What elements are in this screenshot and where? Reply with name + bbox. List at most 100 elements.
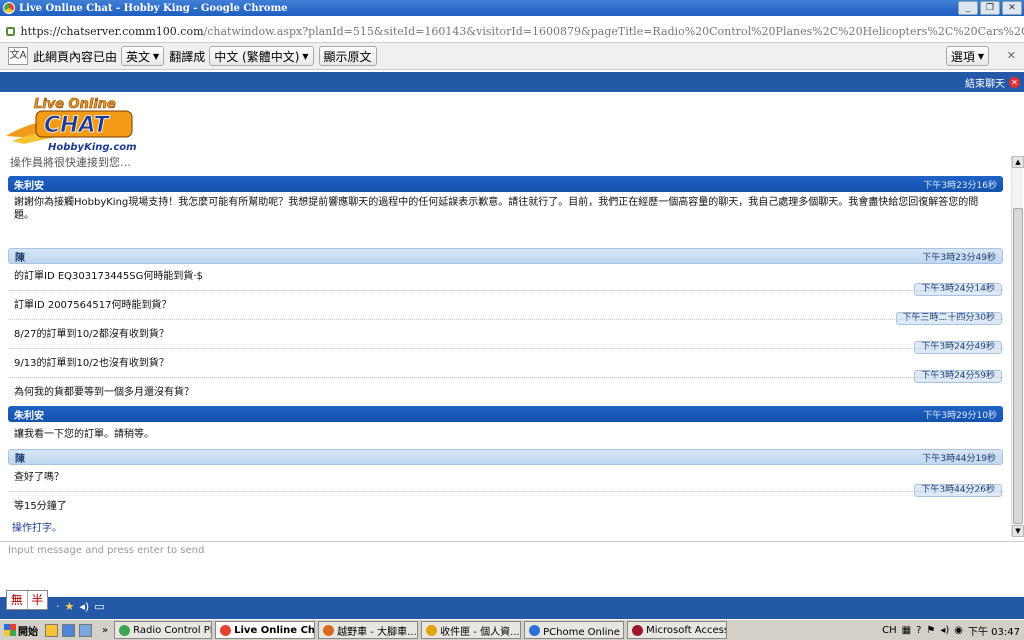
lock-icon	[6, 26, 15, 36]
url-text[interactable]: https://chatserver.comm100.com/chatwindo…	[21, 25, 1024, 38]
message-time: 下午3時29分10秒	[923, 410, 997, 421]
star-icon[interactable]: ★	[65, 600, 75, 613]
message-header: 陳 下午3時44分19秒	[8, 449, 1003, 465]
chevron-down-icon: ▼	[977, 51, 984, 61]
taskbar-item[interactable]: PChome Online 商...	[524, 621, 625, 639]
url-host: https://chatserver.comm100.com	[20, 24, 204, 38]
line-separator	[8, 290, 1003, 291]
chevron-right-icon[interactable]: »	[102, 625, 108, 636]
start-label: 開始	[18, 626, 38, 638]
flag-icon[interactable]: ⚑	[926, 625, 935, 636]
message-header: 陳 下午3時23分49秒	[8, 248, 1003, 264]
network-icon[interactable]: ◉	[954, 625, 963, 636]
message-line: 的訂單ID EQ303173445SG何時能到貨·$	[14, 271, 203, 282]
end-chat-link[interactable]: 結束聊天	[965, 75, 1005, 90]
target-language-dropdown[interactable]: 中文 (繁體中文) ▼	[209, 46, 314, 66]
translate-to-text: 翻譯成	[169, 49, 206, 64]
sender-name: 陳	[15, 252, 25, 264]
ime-indicator[interactable]: 無 半	[6, 590, 48, 610]
language-indicator[interactable]: CH	[882, 625, 897, 636]
message-line: 訂單ID 2007564517何時能到貨？	[14, 300, 172, 311]
source-language-label: 英文	[126, 49, 151, 64]
keyboard-icon[interactable]: ▭	[94, 600, 104, 613]
svg-text:Live Online: Live Online	[34, 97, 116, 112]
start-button[interactable]: 開始	[1, 621, 41, 640]
message-input[interactable]	[0, 542, 1024, 597]
keyboard-icon[interactable]: ▦	[902, 625, 911, 636]
close-translate-bar-icon[interactable]: ✕	[1007, 49, 1016, 62]
quick-launch	[45, 623, 92, 637]
volume-icon[interactable]: ◂)	[940, 625, 949, 636]
end-chat-icon[interactable]: ✕	[1009, 76, 1020, 88]
taskbar-clock: 下午 03:47	[968, 626, 1020, 638]
task-label: Radio Control Plan...	[133, 624, 211, 636]
line-separator	[8, 377, 1003, 378]
taskbar-item[interactable]: 越野車 - 大腳車...	[318, 621, 419, 639]
show-original-button[interactable]: 顯示原文	[318, 46, 377, 66]
message-line: 為何我的貨都要等到一個多月還沒有貨？	[14, 387, 194, 398]
svg-text:CHAT: CHAT	[44, 113, 110, 138]
outlook-icon[interactable]	[45, 623, 58, 637]
sender-name: 朱利安	[14, 180, 44, 192]
url-path: /chatwindow.aspx?planId=515&siteId=16014…	[203, 24, 1024, 38]
speaker-icon[interactable]: ◂)	[79, 600, 89, 613]
dot-icon[interactable]: ·	[56, 600, 60, 613]
show-original-label: 顯示原文	[323, 49, 372, 64]
message-time: 下午3時23分16秒	[923, 180, 997, 191]
desktop-icon[interactable]	[79, 623, 92, 637]
message-line: 查好了嗎？	[14, 472, 64, 483]
source-language-dropdown[interactable]: 英文 ▼	[121, 46, 165, 66]
chat-footer	[0, 597, 1024, 619]
message-line: 等15分鐘了	[14, 501, 67, 512]
outlook-icon	[426, 624, 438, 636]
task-label: Live Online Ch...	[234, 624, 316, 636]
translate-options-button[interactable]: 選項 ▼	[945, 46, 989, 66]
line-separator	[8, 348, 1003, 349]
message-time: 下午3時23分49秒	[922, 252, 996, 263]
message-input-area	[0, 541, 1024, 597]
ie-icon[interactable]	[62, 623, 75, 637]
chrome-icon	[119, 624, 131, 636]
chrome-icon	[3, 2, 15, 14]
translate-icon: 文A	[8, 47, 28, 65]
message-text: 讓我看一下您的訂單。請稍等。	[14, 429, 154, 440]
taskbar-item[interactable]: Radio Control Plan...	[114, 621, 213, 639]
maximize-button[interactable]: ❐	[980, 1, 1000, 15]
message-text: 謝謝你為接觸HobbyKing現場支持！我怎麼可能有所幫助呢？我想提前響應聊天的…	[14, 197, 979, 221]
sender-name: 朱利安	[14, 410, 44, 422]
close-window-button[interactable]: ✕	[1002, 1, 1022, 15]
windows-taskbar: 開始 » Radio Control Plan... Live Online C…	[0, 619, 1024, 640]
scroll-down-icon[interactable]: ▼	[1012, 525, 1024, 537]
message-time: 下午3時44分19秒	[922, 453, 996, 464]
help-icon[interactable]: ?	[916, 625, 921, 636]
chat-header: 結束聊天 ✕	[0, 72, 1024, 92]
live-online-chat-logo: Live Online CHAT HobbyKing.com	[6, 97, 137, 153]
target-language-label: 中文 (繁體中文)	[214, 49, 300, 64]
typing-indicator: 操作打字。	[12, 523, 62, 534]
message-line: 8/27的訂單到10/2都沒有收到貨？	[14, 329, 169, 340]
task-label: PChome Online 商...	[543, 626, 623, 638]
chrome-icon	[220, 624, 232, 636]
chat-scrollbar[interactable]: ▲ ▼	[1011, 156, 1024, 537]
chevron-down-icon: ▼	[153, 51, 160, 61]
taskbar-item[interactable]: 收件匣 - 個人資...	[421, 621, 522, 639]
task-label: 收件匣 - 個人資...	[440, 626, 520, 638]
ime-mode[interactable]: 無	[7, 591, 28, 609]
firefox-icon	[323, 624, 335, 636]
line-separator	[8, 319, 1003, 320]
ime-width[interactable]: 半	[28, 591, 48, 609]
task-label: Microsoft Access - ...	[646, 624, 728, 636]
partial-message: 操作員將很快連接到您…	[10, 156, 131, 169]
system-tray: CH ▦ ? ⚑ ◂) ◉ 下午 03:47	[882, 623, 1020, 638]
taskbar-item[interactable]: Microsoft Access - ...	[627, 621, 728, 639]
ime-toolbar: · ★ ◂) ▭	[56, 600, 105, 613]
options-label: 選項	[950, 49, 975, 64]
scroll-up-icon[interactable]: ▲	[1012, 156, 1024, 168]
line-separator	[8, 491, 1003, 492]
minimize-button[interactable]: _	[958, 1, 978, 15]
taskbar-item[interactable]: Live Online Ch...	[215, 621, 316, 639]
scroll-thumb[interactable]	[1013, 208, 1023, 524]
windows-logo-icon	[4, 624, 16, 636]
address-bar[interactable]: https://chatserver.comm100.com/chatwindo…	[0, 21, 1024, 41]
message-header: 朱利安 下午3時23分16秒	[8, 176, 1003, 192]
